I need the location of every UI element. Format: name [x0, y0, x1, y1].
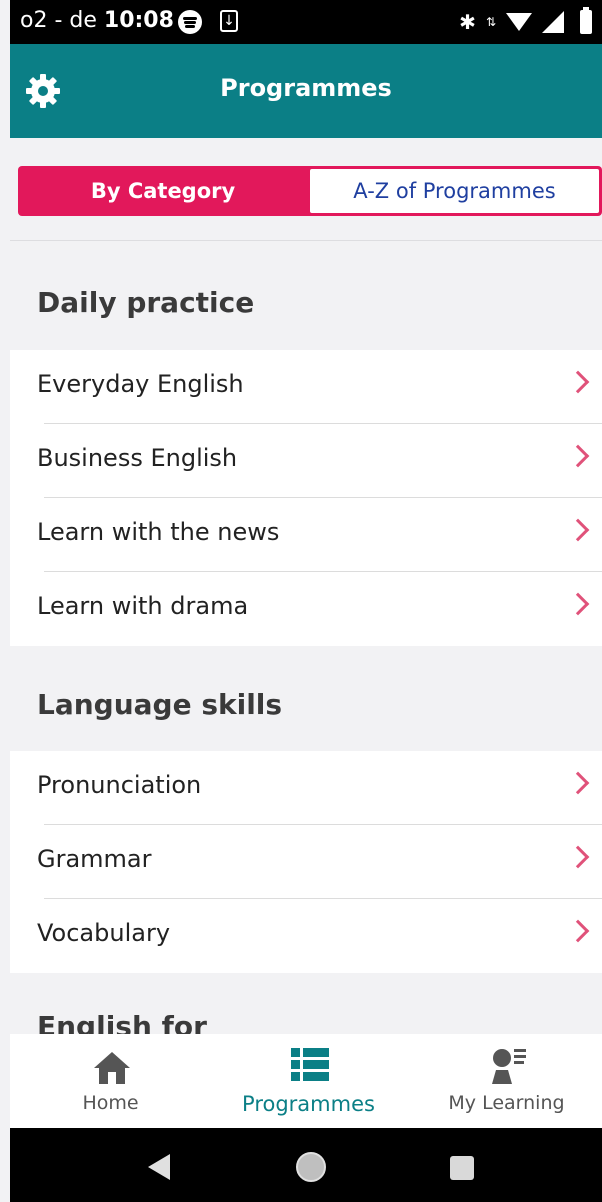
list-item-label: Learn with the news: [37, 518, 280, 546]
nav-home[interactable]: Home: [12, 1034, 209, 1128]
chevron-right-icon: [566, 592, 590, 616]
bluetooth-icon: ✱: [459, 10, 476, 34]
chevron-right-icon: [566, 518, 590, 542]
list-grid-icon: [291, 1048, 329, 1081]
tab-a-z-programmes[interactable]: A-Z of Programmes: [310, 169, 599, 213]
status-icons: ✱ ⇅: [459, 6, 592, 38]
status-time: 10:08: [103, 8, 174, 33]
status-bar: o2 - de 10:08 ↓ ✱ ⇅: [10, 0, 602, 44]
section-title-daily-practice: Daily practice: [37, 286, 255, 319]
list-daily-practice: Everyday English Business English Learn …: [10, 350, 602, 646]
nav-my-learning-label: My Learning: [448, 1092, 565, 1114]
app-frame: o2 - de 10:08 ↓ ✱ ⇅ Programmes By Catego…: [10, 0, 602, 1202]
list-item-label: Learn with drama: [37, 592, 249, 620]
status-carrier: o2 - de 10:08: [20, 8, 174, 33]
nav-programmes-label: Programmes: [242, 1092, 375, 1116]
list-item-label: Grammar: [37, 845, 152, 873]
category-segmented-control: By Category A-Z of Programmes: [18, 166, 602, 216]
section-title-language-skills: Language skills: [37, 688, 283, 721]
list-item-vocabulary[interactable]: Vocabulary: [10, 899, 602, 973]
list-item-label: Vocabulary: [37, 919, 171, 947]
back-icon[interactable]: [148, 1154, 170, 1180]
bottom-navigation: Home Programmes My Learning: [10, 1034, 602, 1128]
nav-home-label: Home: [82, 1092, 139, 1114]
nav-my-learning[interactable]: My Learning: [408, 1034, 602, 1128]
carrier-text: o2 - de: [20, 8, 97, 33]
list-item-grammar[interactable]: Grammar: [10, 825, 602, 899]
list-item-pronunciation[interactable]: Pronunciation: [10, 751, 602, 825]
chevron-right-icon: [566, 444, 590, 468]
chevron-right-icon: [566, 771, 590, 795]
home-icon: [94, 1052, 130, 1084]
list-item-learn-with-drama[interactable]: Learn with drama: [10, 572, 602, 646]
data-arrows-icon: ⇅: [485, 15, 496, 29]
divider: [10, 240, 602, 241]
spotify-icon: [178, 10, 202, 34]
app-bar: Programmes: [10, 44, 602, 138]
recent-apps-icon[interactable]: [450, 1156, 474, 1180]
chevron-right-icon: [566, 370, 590, 394]
download-icon: ↓: [220, 10, 238, 32]
home-circle-icon[interactable]: [296, 1152, 326, 1182]
list-item-learn-with-the-news[interactable]: Learn with the news: [10, 498, 602, 572]
my-learning-icon: [492, 1049, 526, 1084]
signal-icon: [542, 11, 564, 33]
list-item-label: Pronunciation: [37, 771, 202, 799]
tab-by-category[interactable]: By Category: [18, 166, 308, 216]
battery-icon: [580, 7, 592, 34]
page-title: Programmes: [220, 74, 392, 102]
system-navigation-bar: [10, 1128, 602, 1202]
list-language-skills: Pronunciation Grammar Vocabulary: [10, 751, 602, 973]
list-item-business-english[interactable]: Business English: [10, 424, 602, 498]
list-item-everyday-english[interactable]: Everyday English: [10, 350, 602, 424]
nav-programmes[interactable]: Programmes: [210, 1034, 407, 1128]
wifi-icon: [506, 13, 532, 31]
chevron-right-icon: [566, 919, 590, 943]
list-item-label: Business English: [37, 444, 238, 472]
chevron-right-icon: [566, 845, 590, 869]
list-item-label: Everyday English: [37, 370, 244, 398]
